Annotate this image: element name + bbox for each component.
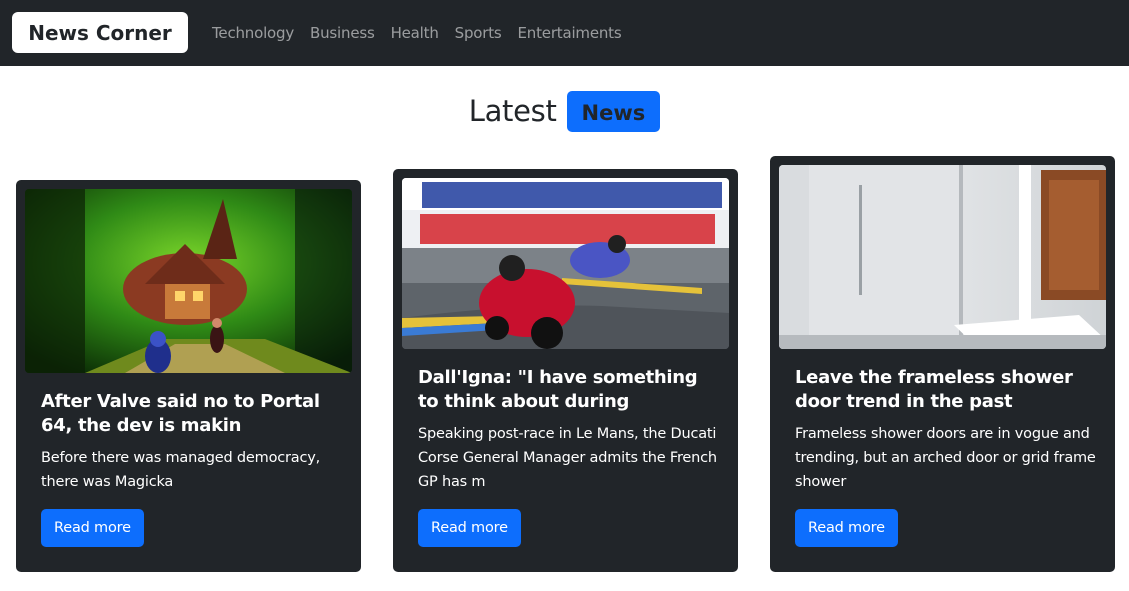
nav-link-sports[interactable]: Sports	[447, 24, 510, 42]
nav-links: Technology Business Health Sports Entert…	[204, 0, 629, 66]
shower-bathroom-image	[779, 165, 1106, 349]
read-more-button[interactable]: Read more	[795, 509, 898, 547]
news-card: After Valve said no to Portal 64, the de…	[16, 180, 361, 572]
nav-link-technology[interactable]: Technology	[204, 24, 302, 42]
heading-badge: News	[566, 91, 661, 132]
card-image	[402, 178, 729, 349]
card-title: After Valve said no to Portal 64, the de…	[41, 391, 320, 436]
brand-link[interactable]: News Corner	[12, 12, 188, 53]
heading-text: Latest	[468, 94, 557, 128]
card-text: Before there was managed democracy, ther…	[41, 450, 321, 490]
card-text: Frameless shower doors are in vogue and …	[795, 426, 1096, 490]
card-text: Speaking post-race in Le Mans, the Ducat…	[418, 426, 717, 490]
page-heading: Latest News	[0, 91, 1129, 132]
read-more-button[interactable]: Read more	[418, 509, 521, 547]
nav-link-entertainments[interactable]: Entertaiments	[510, 24, 630, 42]
nav-link-business[interactable]: Business	[302, 24, 383, 42]
nav-link-health[interactable]: Health	[383, 24, 447, 42]
card-title: Dall'Igna: "I have something to think ab…	[418, 367, 698, 412]
fantasy-game-house-image	[25, 189, 352, 373]
card-image	[779, 165, 1106, 349]
news-card: Dall'Igna: "I have something to think ab…	[393, 169, 738, 572]
news-card: Leave the frameless shower door trend in…	[770, 156, 1115, 572]
motogp-race-image	[402, 178, 729, 349]
read-more-button[interactable]: Read more	[41, 509, 144, 547]
navbar: News Corner Technology Business Health S…	[0, 0, 1129, 66]
card-image	[25, 189, 352, 373]
card-title: Leave the frameless shower door trend in…	[795, 367, 1073, 412]
